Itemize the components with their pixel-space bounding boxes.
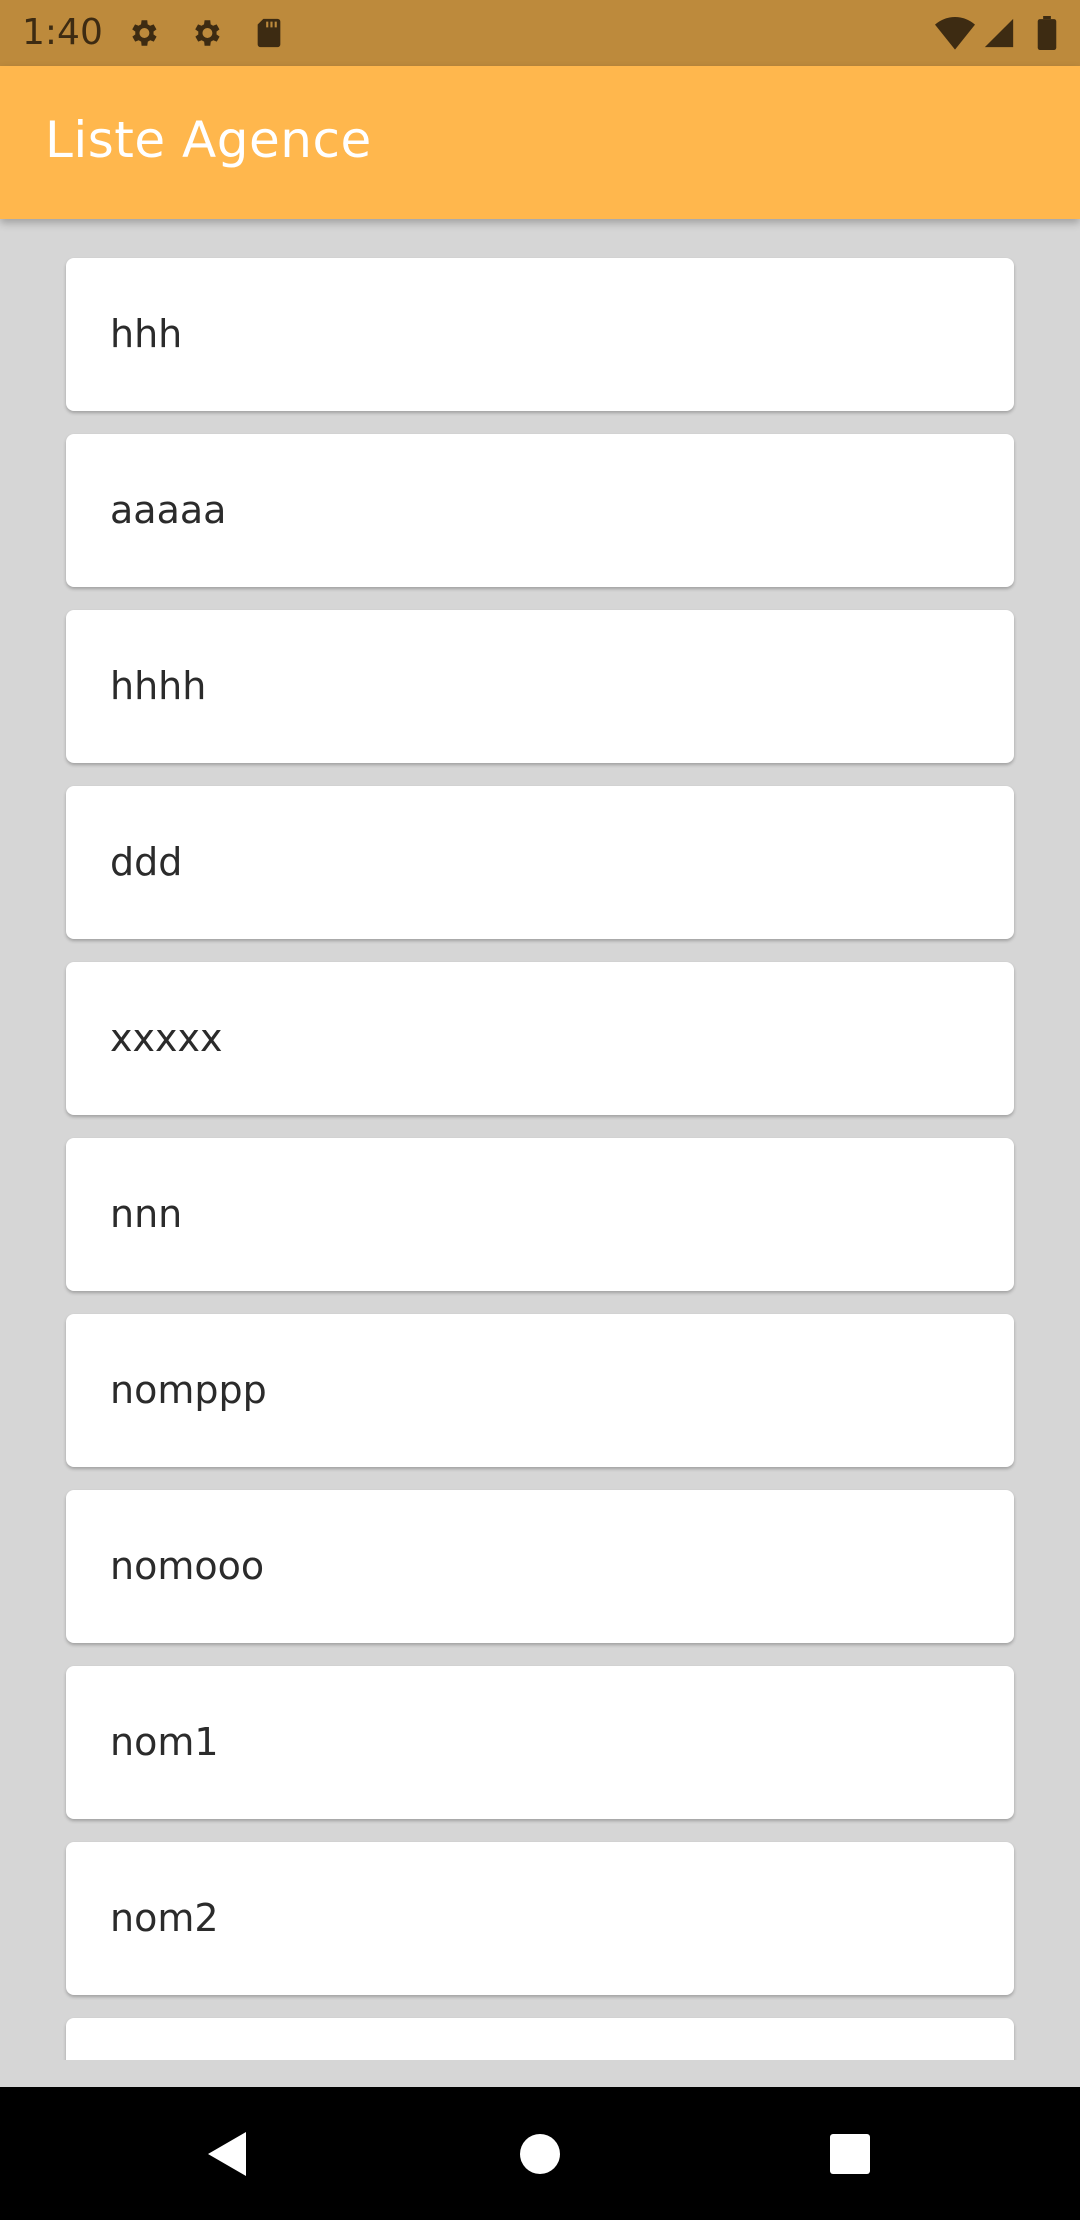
home-button[interactable]	[480, 2087, 600, 2220]
agency-list-container[interactable]: hhh aaaaa hhhh ddd xxxxx nnn nomppp nomo…	[0, 219, 1080, 2060]
list-item[interactable]: ddd	[66, 786, 1014, 939]
recents-icon	[830, 2133, 870, 2174]
list-item-label: xxxxx	[110, 1016, 223, 1060]
back-icon	[208, 2131, 246, 2176]
list-item-label: nom2	[110, 1896, 219, 1940]
sd-card-icon	[252, 16, 286, 50]
list-item-label: nnn	[110, 1192, 183, 1236]
list-item-label: nomppp	[110, 1368, 267, 1412]
gear-icon	[126, 16, 160, 50]
list-item[interactable]: aaaaa	[66, 434, 1014, 587]
list-item[interactable]: nomppp	[66, 1314, 1014, 1467]
wifi-icon	[935, 16, 975, 50]
list-item[interactable]: hhh	[66, 258, 1014, 411]
status-time: 1:40	[22, 12, 103, 53]
list-item-label: hhhh	[110, 664, 207, 708]
gear-icon	[189, 16, 223, 50]
status-bar: 1:40	[0, 0, 1080, 66]
signal-icon	[982, 16, 1016, 50]
navigation-bar	[0, 2087, 1080, 2220]
back-button[interactable]	[168, 2087, 288, 2220]
list-item[interactable]: nom1	[66, 1666, 1014, 1819]
list-item[interactable]: nom2	[66, 1842, 1014, 1995]
recents-button[interactable]	[790, 2087, 910, 2220]
battery-icon	[1036, 16, 1058, 50]
list-item[interactable]: nomooo	[66, 1490, 1014, 1643]
app-bar: Liste Agence	[0, 66, 1080, 219]
list-item[interactable]: xxxxx	[66, 962, 1014, 1115]
list-item-label: aaaaa	[110, 488, 227, 532]
list-item[interactable]	[66, 2018, 1014, 2060]
list-item[interactable]: nnn	[66, 1138, 1014, 1291]
list-item-label: nomooo	[110, 1544, 265, 1588]
list-item-label: hhh	[110, 312, 183, 356]
page-title: Liste Agence	[45, 111, 372, 169]
agency-list: hhh aaaaa hhhh ddd xxxxx nnn nomppp nomo…	[66, 258, 1014, 2060]
list-item-label: nom1	[110, 1720, 219, 1764]
list-item[interactable]: hhhh	[66, 610, 1014, 763]
list-item-label: ddd	[110, 840, 183, 884]
home-icon	[520, 2133, 560, 2174]
